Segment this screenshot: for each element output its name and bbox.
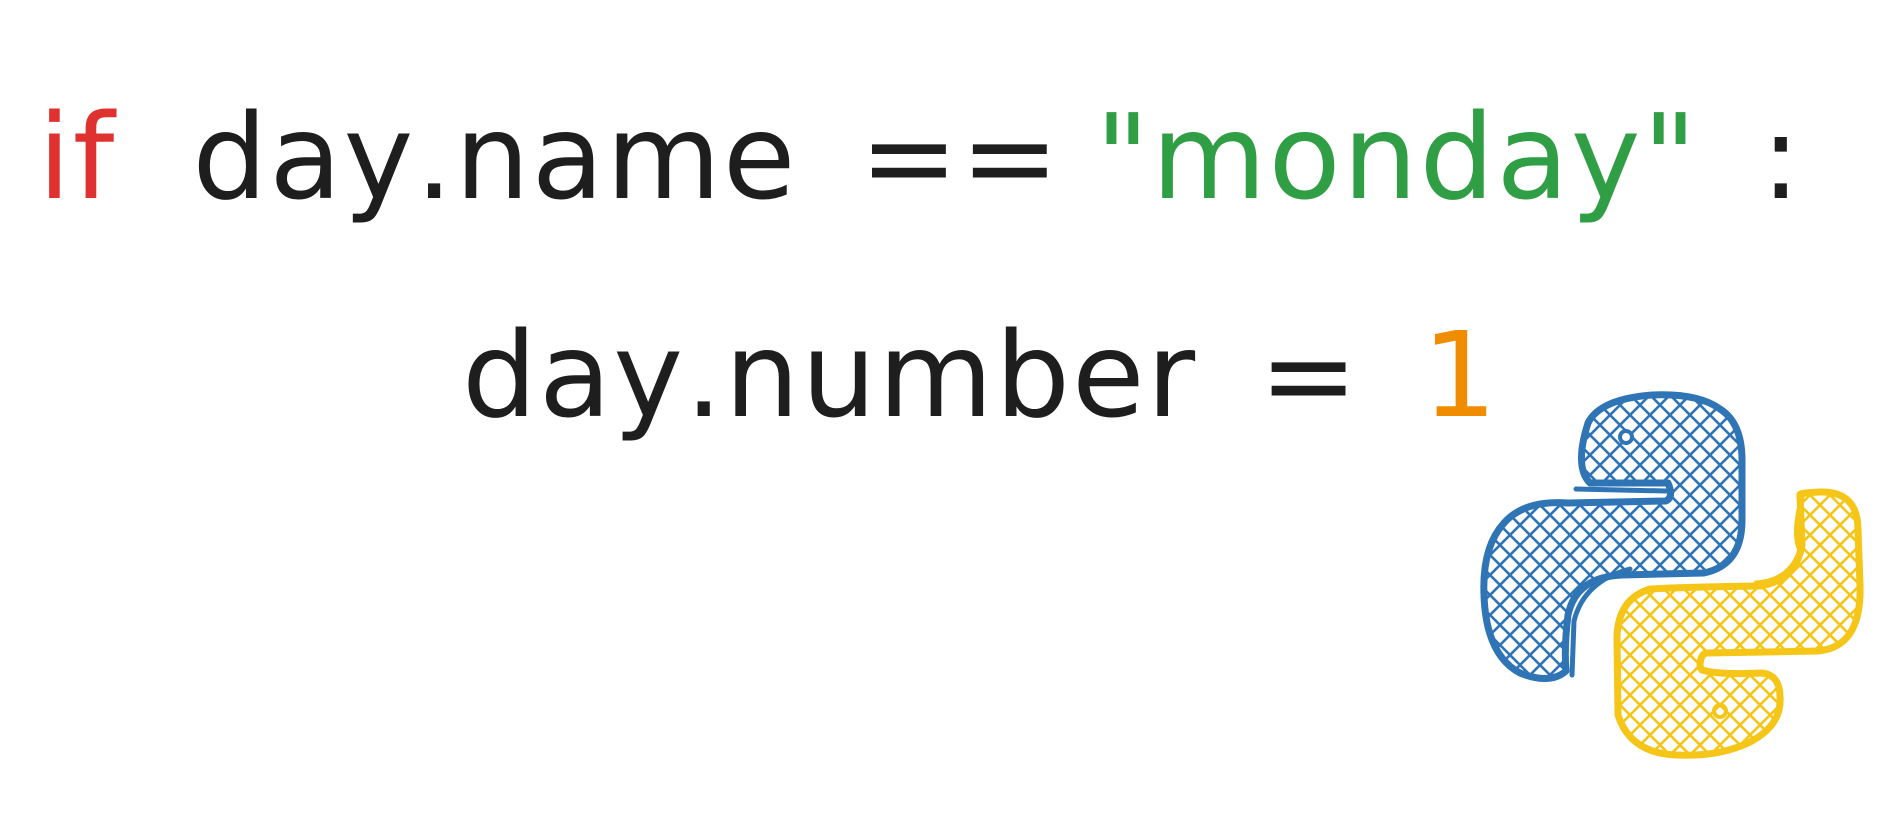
object-day: day bbox=[192, 88, 416, 226]
python-logo-icon bbox=[1480, 391, 1864, 759]
keyword-if: if bbox=[38, 88, 117, 226]
code-line-assignment: day.number = 1 bbox=[462, 316, 1499, 434]
dot-operator: . bbox=[685, 306, 725, 444]
dot-operator: . bbox=[415, 88, 455, 226]
attribute-name: name bbox=[454, 88, 798, 226]
code-line-if-condition: if day.name == "monday": bbox=[38, 98, 1803, 216]
equality-operator: == bbox=[859, 88, 1062, 226]
diagram-canvas: if day.name == "monday": day.number = 1 bbox=[0, 0, 1893, 831]
assignment-operator: = bbox=[1259, 306, 1360, 444]
string-literal-monday: "monday" bbox=[1095, 88, 1699, 226]
attribute-number: number bbox=[724, 306, 1198, 444]
object-day: day bbox=[462, 306, 686, 444]
colon: : bbox=[1760, 88, 1803, 226]
